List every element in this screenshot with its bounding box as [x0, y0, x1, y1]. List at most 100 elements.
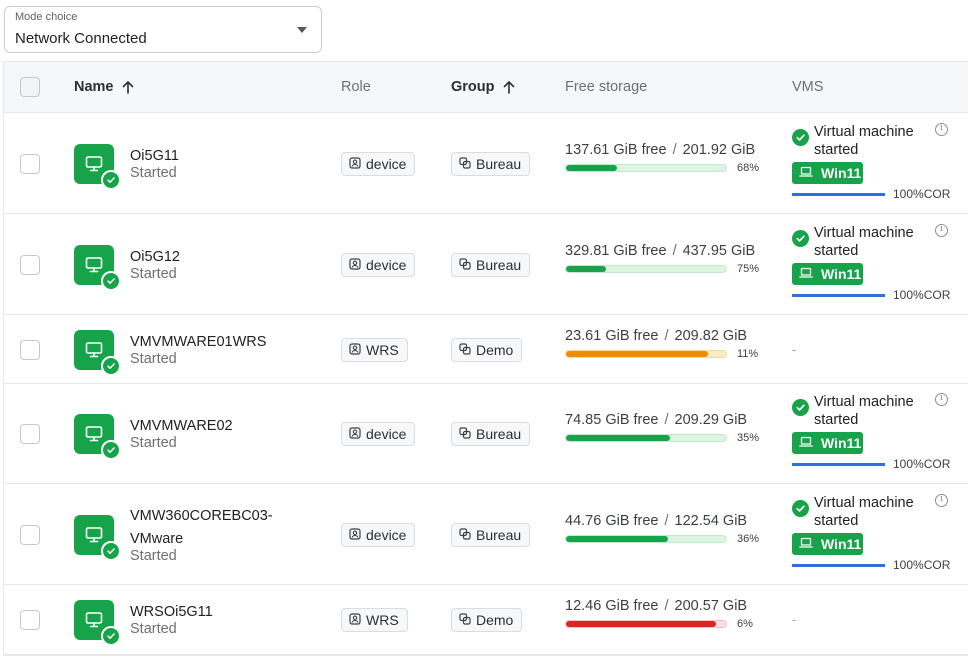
storage-progress-fill [566, 536, 669, 542]
device-status: Started [130, 266, 177, 282]
info-icon[interactable] [935, 224, 948, 237]
mode-choice-select[interactable]: Mode choice Network Connected [4, 6, 322, 53]
device-name[interactable]: Oi5G12 [130, 246, 180, 268]
device-icon [74, 600, 121, 646]
storage-text: 74.85 GiB free/209.29 GiB [565, 412, 748, 428]
device-name[interactable]: VMVMWARE01WRS [130, 331, 266, 353]
vm-usage: 100%COR [893, 457, 951, 471]
group-chip: Bureau [451, 523, 531, 547]
storage-progress-fill [566, 266, 606, 272]
user-badge-icon [349, 342, 361, 358]
vm-name-tag[interactable]: Win11 [792, 533, 863, 555]
storage-percent: 11% [737, 348, 759, 360]
row-select-checkbox[interactable] [20, 340, 40, 360]
info-icon[interactable] [935, 393, 948, 406]
role-chip: device [341, 152, 416, 176]
storage-percent: 36% [737, 533, 760, 545]
column-header-vms[interactable]: VMS [792, 79, 823, 95]
group-label: Demo [476, 342, 514, 358]
check-circle-icon [792, 129, 809, 146]
check-circle-icon [792, 230, 809, 247]
storage-free: 137.61 GiB free [565, 142, 667, 158]
vm-name: Win11 [821, 536, 862, 552]
role-label: device [366, 527, 407, 543]
device-name[interactable]: WRSOi5G11 [130, 601, 213, 623]
table-row[interactable]: VMVMWARE02 Started device Bureau 74.85 GiB f… [4, 384, 968, 484]
info-icon[interactable] [935, 123, 948, 136]
vm-usage: 100%COR [893, 187, 951, 201]
user-badge-icon [349, 527, 361, 543]
chevron-down-icon[interactable] [297, 27, 307, 33]
storage-percent: 68% [737, 162, 760, 174]
vm-usage-bar [792, 294, 885, 297]
device-status: Started [130, 621, 177, 637]
column-header-name[interactable]: Name [74, 79, 134, 95]
group-icon [459, 612, 471, 628]
vm-name-tag[interactable]: Win11 [792, 432, 863, 454]
group-label: Bureau [476, 426, 522, 442]
table-row[interactable]: Oi5G11 Started device Bureau 137.61 GiB free… [4, 114, 968, 214]
storage-total: 209.29 GiB [674, 412, 748, 428]
device-icon [74, 330, 121, 376]
sort-ascending-icon[interactable] [122, 80, 134, 94]
group-label: Bureau [476, 156, 522, 172]
device-icon [74, 144, 121, 190]
check-circle-icon [792, 399, 809, 416]
group-icon [459, 342, 471, 358]
storage-progress-bar [565, 350, 727, 358]
column-header-role[interactable]: Role [341, 79, 371, 95]
row-select-checkbox[interactable] [20, 424, 40, 444]
storage-free: 23.61 GiB free [565, 328, 659, 344]
storage-text: 23.61 GiB free/209.82 GiB [565, 328, 748, 344]
storage-percent: 6% [737, 618, 753, 630]
check-circle-icon [101, 541, 121, 561]
role-label: WRS [366, 342, 399, 358]
mode-choice-label: Mode choice [15, 11, 78, 23]
device-icon [74, 515, 121, 561]
role-label: device [366, 257, 407, 273]
row-select-checkbox[interactable] [20, 525, 40, 545]
group-chip: Demo [451, 338, 523, 362]
device-name[interactable]: VMW360COREBC03-VMware [130, 505, 290, 551]
device-status: Started [130, 435, 177, 451]
user-badge-icon [349, 612, 361, 628]
group-icon [459, 426, 471, 442]
vm-name: Win11 [821, 266, 862, 282]
table-row[interactable]: VMW360COREBC03-VMware Started device Bureau… [4, 484, 968, 585]
row-select-checkbox[interactable] [20, 255, 40, 275]
storage-free: 329.81 GiB free [565, 243, 667, 259]
column-header-free-storage[interactable]: Free storage [565, 79, 647, 95]
storage-text: 44.76 GiB free/122.54 GiB [565, 513, 748, 529]
vm-usage-bar [792, 193, 885, 196]
device-status: Started [130, 351, 177, 367]
group-chip: Bureau [451, 152, 531, 176]
row-select-checkbox[interactable] [20, 154, 40, 174]
vm-name-tag[interactable]: Win11 [792, 263, 863, 285]
role-chip: WRS [341, 608, 408, 632]
row-select-checkbox[interactable] [20, 610, 40, 630]
vm-status: Virtual machine started [814, 495, 914, 529]
table-header: Name Role Group Free storage VMS [4, 62, 968, 113]
select-all-checkbox[interactable] [20, 77, 40, 97]
storage-progress-bar [565, 535, 727, 543]
vm-name-tag[interactable]: Win11 [792, 162, 863, 184]
device-name[interactable]: VMVMWARE02 [130, 415, 233, 437]
table-row[interactable]: Oi5G12 Started device Bureau 329.81 GiB free… [4, 214, 968, 315]
column-header-group[interactable]: Group [451, 79, 515, 95]
table-row[interactable]: WRSOi5G11 Started WRS Demo 12.46 GiB free/20… [4, 585, 968, 655]
group-label: Demo [476, 612, 514, 628]
table-row[interactable]: VMVMWARE01WRS Started WRS Demo 23.61 GiB fre… [4, 315, 968, 384]
info-icon[interactable] [935, 494, 948, 507]
vm-status: Virtual machine started [814, 225, 914, 259]
role-chip: device [341, 253, 416, 277]
vm-usage-bar [792, 564, 885, 567]
laptop-icon [799, 165, 813, 181]
laptop-icon [799, 435, 813, 451]
vm-name: Win11 [821, 435, 862, 451]
mode-choice-value: Network Connected [15, 30, 147, 47]
storage-text: 329.81 GiB free/437.95 GiB [565, 243, 756, 259]
sort-ascending-icon[interactable] [503, 80, 515, 94]
group-icon [459, 156, 471, 172]
device-name[interactable]: Oi5G11 [130, 145, 179, 167]
storage-progress-bar [565, 164, 727, 172]
